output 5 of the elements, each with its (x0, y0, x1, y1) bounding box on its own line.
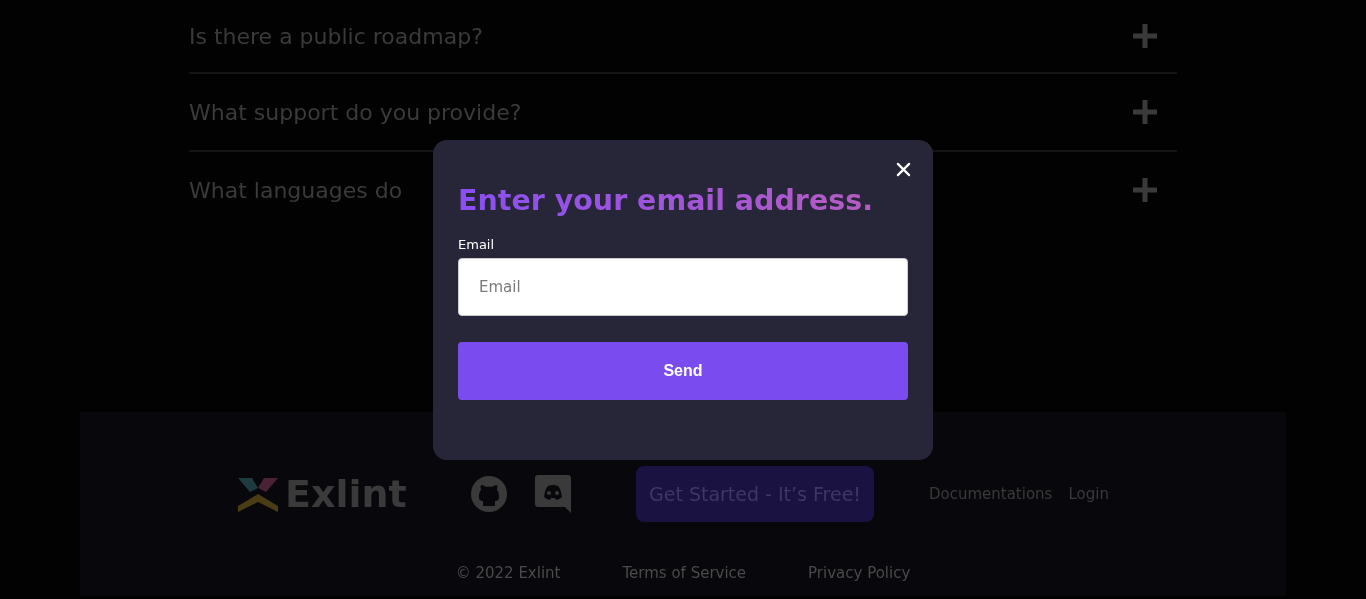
faq-question: Is there a public roadmap? (189, 23, 483, 49)
faq-question: What languages do (189, 177, 403, 203)
faq-question: What support do you provide? (189, 99, 522, 125)
copyright-text: © 2022 Exlint (455, 564, 561, 582)
field-label: Email (458, 237, 495, 252)
